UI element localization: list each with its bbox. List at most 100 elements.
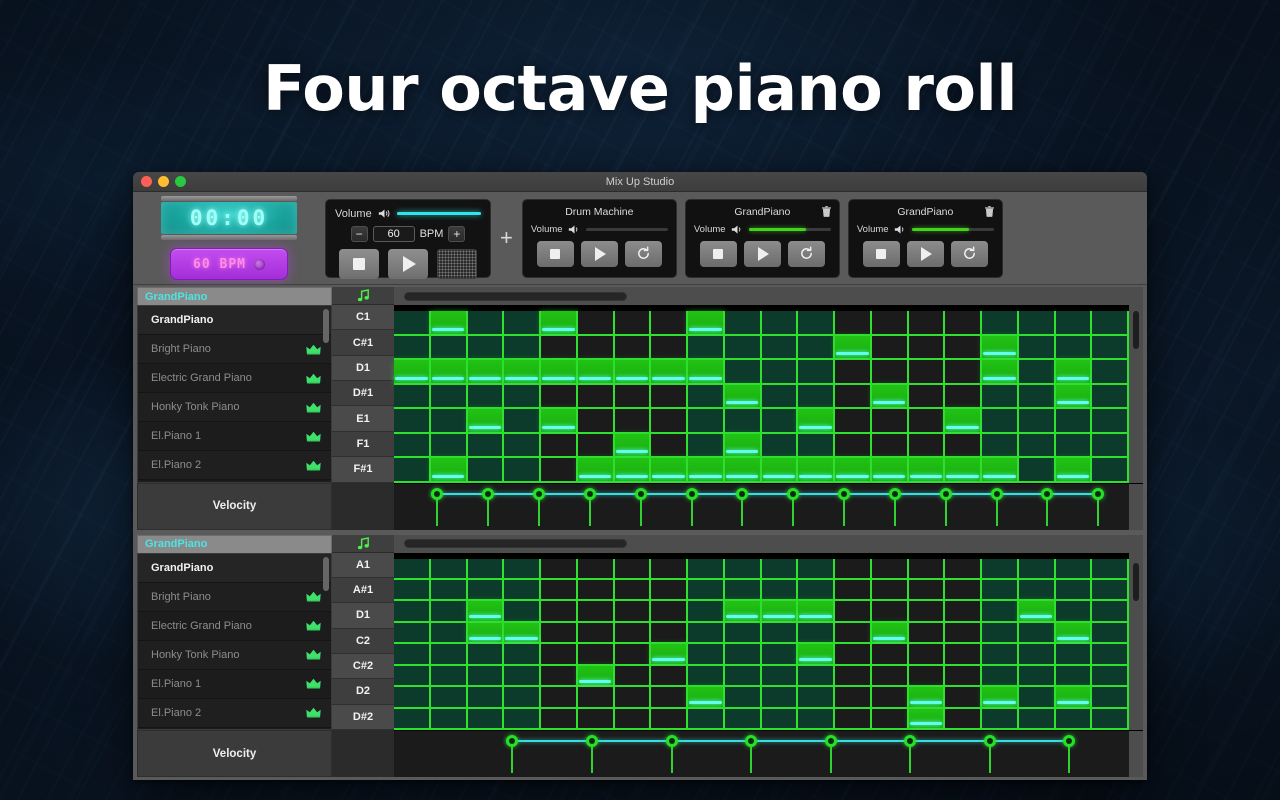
instrument-list-item[interactable]: Electric Grand Piano: [138, 612, 331, 641]
velocity-handle[interactable]: [990, 487, 1003, 500]
instrument-list-item[interactable]: Bright Piano: [138, 335, 331, 364]
grid-cell[interactable]: [394, 409, 431, 434]
grid-cell[interactable]: [1055, 687, 1093, 709]
instrument-list-scrollbar[interactable]: [323, 309, 329, 343]
grid-cell[interactable]: [577, 458, 615, 483]
grid-cell[interactable]: [908, 558, 946, 580]
grid-cell[interactable]: [1092, 708, 1129, 730]
grid-cell[interactable]: [835, 665, 872, 688]
grid-cell[interactable]: [394, 579, 431, 602]
grid-cell[interactable]: [982, 687, 1019, 709]
grid-cell[interactable]: [1092, 622, 1129, 645]
instrument-tab[interactable]: GrandPiano: [137, 287, 332, 305]
grid-cell[interactable]: [1055, 458, 1093, 483]
grid-cell[interactable]: [1055, 335, 1093, 360]
grid-cell[interactable]: [871, 644, 909, 666]
grid-cell[interactable]: [1055, 558, 1093, 580]
grid-cell[interactable]: [908, 433, 946, 458]
note-icon-button[interactable]: [332, 534, 394, 553]
grid-cell[interactable]: [871, 558, 909, 580]
piano-key[interactable]: D#1: [332, 381, 394, 407]
velocity-handle[interactable]: [983, 735, 996, 747]
grid-cell[interactable]: [724, 622, 762, 645]
grid-cell[interactable]: [541, 644, 578, 666]
vertical-scrollbar[interactable]: [1129, 305, 1143, 483]
grid-cell[interactable]: [577, 409, 615, 434]
grid-cell[interactable]: [1092, 360, 1129, 385]
grid-cell[interactable]: [688, 433, 725, 458]
velocity-handle[interactable]: [904, 735, 917, 747]
velocity-handle[interactable]: [1092, 487, 1105, 500]
grid-cell[interactable]: [651, 360, 688, 385]
grid-cell[interactable]: [614, 433, 652, 458]
grid-cell[interactable]: [467, 458, 505, 483]
grid-cell[interactable]: [871, 311, 909, 336]
grid-cell[interactable]: [688, 687, 725, 709]
grid-cell[interactable]: [688, 665, 725, 688]
grid-cell[interactable]: [982, 458, 1019, 483]
grid-cell[interactable]: [541, 311, 578, 336]
grid-cell[interactable]: [577, 558, 615, 580]
horizontal-scrollbar-thumb[interactable]: [404, 291, 628, 301]
grid-cell[interactable]: [871, 384, 909, 409]
velocity-handle[interactable]: [685, 487, 698, 500]
grid-cell[interactable]: [761, 409, 799, 434]
grid-cell[interactable]: [614, 409, 652, 434]
grid-cell[interactable]: [982, 384, 1019, 409]
speaker-icon[interactable]: [894, 224, 907, 235]
piano-key[interactable]: C#1: [332, 330, 394, 356]
grid-cell[interactable]: [908, 360, 946, 385]
grid-cell[interactable]: [871, 579, 909, 602]
grid-cell[interactable]: [504, 622, 541, 645]
grid-cell[interactable]: [871, 335, 909, 360]
grid-cell[interactable]: [577, 311, 615, 336]
grid-cell[interactable]: [467, 622, 505, 645]
grid-cell[interactable]: [798, 360, 835, 385]
grid-cell[interactable]: [577, 644, 615, 666]
grid-cell[interactable]: [394, 311, 431, 336]
grid-cell[interactable]: [1018, 708, 1056, 730]
grid-cell[interactable]: [394, 708, 431, 730]
grid-cell[interactable]: [724, 644, 762, 666]
instrument-list-item[interactable]: GrandPiano: [138, 306, 331, 335]
grid-cell[interactable]: [541, 622, 578, 645]
grid-cell[interactable]: [504, 433, 541, 458]
grid-cell[interactable]: [908, 579, 946, 602]
grid-cell[interactable]: [651, 622, 688, 645]
grid-cell[interactable]: [982, 433, 1019, 458]
track-volume-slider[interactable]: [585, 227, 668, 231]
grid-cell[interactable]: [541, 335, 578, 360]
grid-cell[interactable]: [541, 360, 578, 385]
grid-cell[interactable]: [430, 311, 468, 336]
grid-cell[interactable]: [945, 644, 982, 666]
grid-cell[interactable]: [798, 622, 835, 645]
grid-cell[interactable]: [945, 601, 982, 623]
grid-cell[interactable]: [982, 665, 1019, 688]
grid-cell[interactable]: [1092, 409, 1129, 434]
grid-cell[interactable]: [541, 558, 578, 580]
grid-cell[interactable]: [1018, 360, 1056, 385]
grid-cell[interactable]: [541, 687, 578, 709]
track-play-button[interactable]: [906, 240, 944, 267]
velocity-lane[interactable]: [394, 482, 1143, 530]
grid-cell[interactable]: [982, 409, 1019, 434]
grid-cell[interactable]: [394, 335, 431, 360]
track-stop-button[interactable]: [862, 240, 900, 267]
velocity-handle[interactable]: [736, 487, 749, 500]
instrument-list-item[interactable]: Electric Grand Piano: [138, 364, 331, 393]
grid-cell[interactable]: [1092, 601, 1129, 623]
grid-cell[interactable]: [394, 687, 431, 709]
grid-cell[interactable]: [1055, 665, 1093, 688]
grid-cell[interactable]: [1018, 311, 1056, 336]
grid-cell[interactable]: [504, 708, 541, 730]
track-loop-button[interactable]: [624, 240, 662, 267]
grid-cell[interactable]: [467, 644, 505, 666]
grid-cell[interactable]: [908, 311, 946, 336]
grid-cell[interactable]: [835, 558, 872, 580]
grid-cell[interactable]: [908, 687, 946, 709]
grid-cell[interactable]: [394, 360, 431, 385]
velocity-lane[interactable]: [394, 730, 1143, 777]
grid-cell[interactable]: [688, 644, 725, 666]
grid-cell[interactable]: [430, 622, 468, 645]
velocity-handle[interactable]: [431, 487, 444, 500]
